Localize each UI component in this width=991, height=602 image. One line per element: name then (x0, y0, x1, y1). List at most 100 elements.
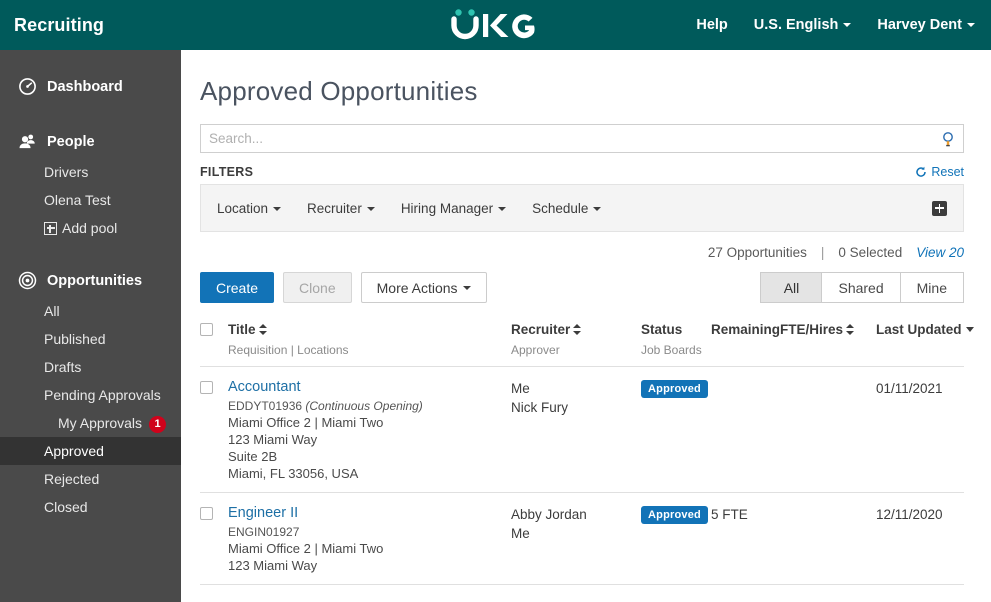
sidebar-item-all[interactable]: All (0, 297, 181, 325)
header-title[interactable]: Title (228, 322, 267, 337)
recruiting-app: Recruiting Help U.S. English Harvey Dent (0, 0, 991, 602)
sidebar-item-label: My Approvals (58, 415, 143, 431)
help-link[interactable]: Help (696, 17, 727, 33)
header-fte-label: RemainingFTE/Hires (711, 322, 844, 337)
sort-icon[interactable] (573, 323, 582, 336)
sidebar-item-rejected[interactable]: Rejected (0, 465, 181, 493)
search-icon[interactable] (941, 131, 955, 147)
user-menu[interactable]: Harvey Dent (877, 17, 975, 33)
language-menu[interactable]: U.S. English (754, 17, 852, 33)
row-title-cell: Accountant EDDYT01936 (Continuous Openin… (228, 379, 511, 482)
tab-shared[interactable]: Shared (822, 272, 901, 303)
header-fte[interactable]: RemainingFTE/Hires (711, 322, 855, 337)
filter-label: Recruiter (307, 200, 362, 216)
row-location-line: 123 Miami Way (228, 558, 318, 573)
status-badge: Approved (641, 506, 708, 524)
search-row (191, 124, 973, 153)
select-all-cell (200, 321, 228, 336)
language-label: U.S. English (753, 17, 839, 33)
table-row[interactable]: Engineer II ENGIN01927 Miami Office 2 | … (200, 493, 964, 585)
selected-count: 0 Selected (838, 245, 903, 260)
sidebar-item-pending-approvals[interactable]: Pending Approvals (0, 381, 181, 409)
sidebar-item-olena-test[interactable]: Olena Test (0, 186, 181, 214)
row-fte-cell: 5 FTE (711, 505, 876, 524)
reset-filters-button[interactable]: Reset (915, 165, 964, 179)
row-recruiter-cell: Me Nick Fury (511, 379, 641, 417)
sidebar-item-closed[interactable]: Closed (0, 493, 181, 521)
target-icon (18, 271, 37, 290)
view-count-link[interactable]: View 20 (916, 245, 964, 260)
row-select-cell (200, 505, 228, 520)
select-all-checkbox[interactable] (200, 323, 213, 336)
app-body: Dashboard People Drivers Olena Test Add … (0, 50, 991, 602)
sidebar-item-people[interactable]: People (0, 125, 181, 158)
create-button[interactable]: Create (200, 272, 275, 303)
filter-recruiter[interactable]: Recruiter (307, 201, 375, 216)
opportunity-link[interactable]: Accountant (228, 379, 511, 395)
header-updated-cell: Last Updated (876, 321, 974, 339)
opportunity-count: 27 Opportunities (707, 245, 807, 260)
row-fte: 5 FTE (711, 507, 748, 522)
row-requisition: ENGIN01927 (228, 524, 511, 540)
tab-mine[interactable]: Mine (900, 272, 964, 303)
opportunity-link[interactable]: Engineer II (228, 505, 511, 521)
scope-tab-group: All Shared Mine (760, 272, 964, 303)
header-recruiter[interactable]: Recruiter (511, 322, 582, 337)
row-recruiter: Abby Jordan (511, 507, 587, 522)
sidebar-item-dashboard[interactable]: Dashboard (0, 70, 181, 103)
filter-label: Location (217, 200, 269, 216)
row-location-line: 123 Miami Way (228, 432, 318, 447)
sidebar-item-drafts[interactable]: Drafts (0, 353, 181, 381)
header-last-updated[interactable]: Last Updated (876, 322, 974, 337)
chevron-down-icon (843, 23, 852, 27)
filters-bar: Location Recruiter Hiring Manager Schedu… (200, 184, 964, 232)
main-content: Approved Opportunities FILTERS (181, 50, 991, 602)
row-status-cell: Approved (641, 379, 711, 398)
reset-label: Reset (931, 165, 964, 179)
filter-schedule[interactable]: Schedule (532, 201, 602, 216)
gauge-icon (19, 78, 36, 95)
row-select-cell (200, 379, 228, 394)
table-row[interactable]: Accountant EDDYT01936 (Continuous Openin… (200, 367, 964, 493)
refresh-icon (916, 166, 927, 177)
page-title: Approved Opportunities (200, 76, 478, 106)
sidebar-item-approved[interactable]: Approved (0, 437, 181, 465)
filter-label: Hiring Manager (400, 200, 494, 216)
search-input[interactable] (209, 131, 941, 146)
sidebar-group-dashboard: Dashboard (0, 70, 181, 103)
sidebar-item-opportunities[interactable]: Opportunities (0, 264, 181, 297)
row-location-line: Miami, FL 33056, USA (228, 466, 359, 481)
row-checkbox[interactable] (200, 381, 213, 394)
filter-location[interactable]: Location (217, 200, 282, 216)
row-checkbox[interactable] (200, 507, 213, 520)
sidebar-item-published[interactable]: Published (0, 325, 181, 353)
row-recruiter: Me (511, 381, 530, 396)
sidebar-item-drivers[interactable]: Drivers (0, 158, 181, 186)
chevron-down-icon (366, 206, 375, 211)
sidebar-item-label: Dashboard (47, 78, 123, 95)
tab-all[interactable]: All (760, 272, 823, 303)
row-status-cell: Approved (641, 505, 711, 524)
filters-label: FILTERS (200, 165, 254, 179)
opportunities-table: Title Requisition | Locations Recruiter … (200, 321, 974, 585)
row-last-updated: 12/11/2020 (876, 507, 943, 522)
plus-icon (44, 222, 57, 235)
header-status: Status (641, 322, 682, 337)
add-filter-button[interactable] (932, 200, 947, 216)
actions-row: Create Clone More Actions All Shared Min… (191, 260, 973, 303)
sort-icon[interactable] (258, 323, 267, 336)
sidebar-item-add-pool[interactable]: Add pool (0, 214, 181, 242)
row-location-line: Miami Office 2 | Miami Two (228, 415, 384, 430)
sidebar-item-my-approvals[interactable]: My Approvals 1 (0, 409, 181, 437)
chevron-down-icon (967, 23, 975, 27)
row-location-line: Suite 2B (228, 449, 278, 464)
filter-hiring-manager[interactable]: Hiring Manager (400, 200, 507, 216)
sort-icon[interactable] (846, 323, 855, 336)
header-status-sub: Job Boards (641, 343, 702, 357)
sort-descending-icon[interactable] (965, 327, 974, 332)
sidebar-item-label: Opportunities (47, 272, 143, 289)
more-actions-button[interactable]: More Actions (360, 272, 487, 303)
sidebar-group-opportunities: Opportunities All Published Drafts Pendi… (0, 264, 181, 521)
search-box[interactable] (200, 124, 964, 153)
